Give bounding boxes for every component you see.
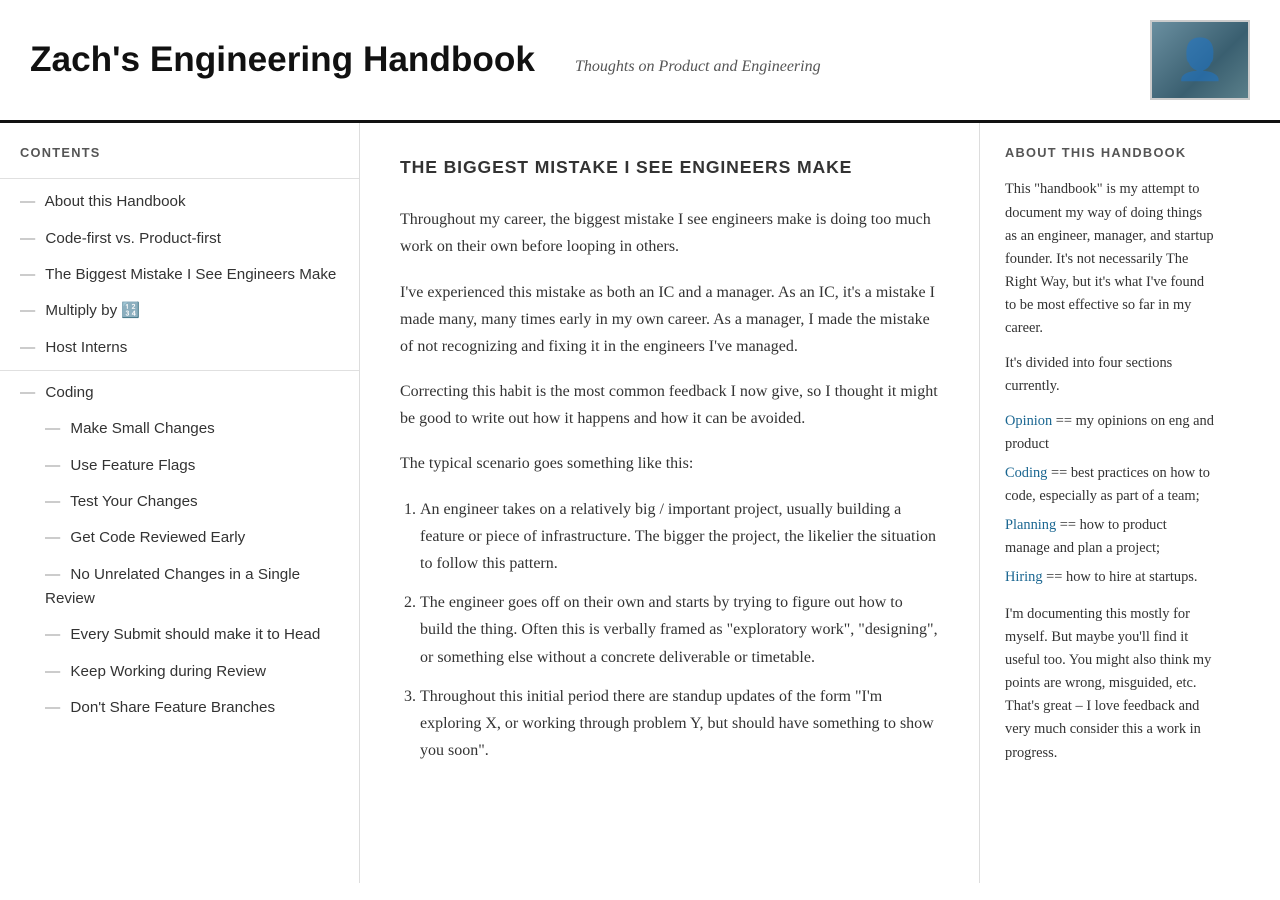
avatar xyxy=(1150,20,1250,100)
dash-icon: — xyxy=(45,660,60,684)
site-title[interactable]: Zach's Engineering Handbook xyxy=(30,32,535,88)
sidebar: CONTENTS — About this Handbook — Code-fi… xyxy=(0,123,360,883)
dash-icon: — xyxy=(45,417,60,441)
article-list: An engineer takes on a relatively big / … xyxy=(420,496,939,765)
hiring-desc: == how to hire at startups. xyxy=(1043,569,1198,585)
article-content: THE BIGGEST MISTAKE I SEE ENGINEERS MAKE… xyxy=(360,123,980,883)
dash-icon: — xyxy=(45,563,60,587)
sidebar-item-make-small-changes[interactable]: — Make Small Changes xyxy=(0,411,359,447)
article-para-1: Throughout my career, the biggest mistak… xyxy=(400,206,939,260)
list-item: The engineer goes off on their own and s… xyxy=(420,589,939,671)
sidebar-item-host-interns[interactable]: — Host Interns xyxy=(0,330,359,366)
about-section-opinion: Opinion == my opinions on eng and produc… xyxy=(1005,410,1215,456)
dash-icon: — xyxy=(45,454,60,478)
hiring-link[interactable]: Hiring xyxy=(1005,569,1043,585)
dash-icon: — xyxy=(45,490,60,514)
sidebar-item-code-first[interactable]: — Code-first vs. Product-first xyxy=(0,221,359,257)
dash-icon: — xyxy=(20,227,35,251)
sidebar-item-use-feature-flags[interactable]: — Use Feature Flags xyxy=(0,448,359,484)
opinion-link[interactable]: Opinion xyxy=(1005,413,1052,429)
dash-icon: — xyxy=(20,190,35,214)
header-left: Zach's Engineering Handbook Thoughts on … xyxy=(30,32,1150,88)
sidebar-item-about-handbook[interactable]: — About this Handbook xyxy=(0,184,359,220)
planning-link[interactable]: Planning xyxy=(1005,517,1056,533)
about-section-coding: Coding == best practices on how to code,… xyxy=(1005,462,1215,508)
contents-label: CONTENTS xyxy=(0,143,359,173)
article-title: THE BIGGEST MISTAKE I SEE ENGINEERS MAKE xyxy=(400,153,939,181)
sidebar-item-get-code-reviewed[interactable]: — Get Code Reviewed Early xyxy=(0,520,359,556)
article-para-3: Correcting this habit is the most common… xyxy=(400,378,939,432)
sidebar-item-every-submit[interactable]: — Every Submit should make it to Head xyxy=(0,617,359,653)
list-item: Throughout this initial period there are… xyxy=(420,683,939,765)
dash-icon: — xyxy=(20,336,35,360)
right-sidebar: ABOUT THIS HANDBOOK This "handbook" is m… xyxy=(980,123,1240,883)
list-item: An engineer takes on a relatively big / … xyxy=(420,496,939,578)
dash-icon: — xyxy=(45,623,60,647)
sidebar-item-multiply[interactable]: — Multiply by 🔢 xyxy=(0,293,359,329)
site-tagline: Thoughts on Product and Engineering xyxy=(575,54,821,80)
sidebar-item-dont-share[interactable]: — Don't Share Feature Branches xyxy=(0,690,359,726)
site-header: Zach's Engineering Handbook Thoughts on … xyxy=(0,0,1280,123)
dash-icon: — xyxy=(20,381,35,405)
about-label: ABOUT THIS HANDBOOK xyxy=(1005,143,1215,163)
sidebar-item-keep-working[interactable]: — Keep Working during Review xyxy=(0,654,359,690)
sidebar-item-test-changes[interactable]: — Test Your Changes xyxy=(0,484,359,520)
coding-link[interactable]: Coding xyxy=(1005,465,1047,481)
about-description-1: This "handbook" is my attempt to documen… xyxy=(1005,178,1215,339)
sidebar-item-coding[interactable]: — Coding xyxy=(0,375,359,411)
about-description-3: I'm documenting this mostly for myself. … xyxy=(1005,603,1215,764)
article-para-4: The typical scenario goes something like… xyxy=(400,450,939,477)
dash-icon: — xyxy=(20,263,35,287)
dash-icon: — xyxy=(45,696,60,720)
article-para-2: I've experienced this mistake as both an… xyxy=(400,279,939,361)
about-section-planning: Planning == how to product manage and pl… xyxy=(1005,514,1215,560)
dash-icon: — xyxy=(45,526,60,550)
about-section-hiring: Hiring == how to hire at startups. xyxy=(1005,566,1215,589)
about-description-2: It's divided into four sections currentl… xyxy=(1005,352,1215,398)
sidebar-item-no-unrelated-changes[interactable]: — No Unrelated Changes in a Single Revie… xyxy=(0,557,359,618)
dash-icon: — xyxy=(20,299,35,323)
sidebar-item-biggest-mistake[interactable]: — The Biggest Mistake I See Engineers Ma… xyxy=(0,257,359,293)
main-layout: CONTENTS — About this Handbook — Code-fi… xyxy=(0,123,1280,883)
